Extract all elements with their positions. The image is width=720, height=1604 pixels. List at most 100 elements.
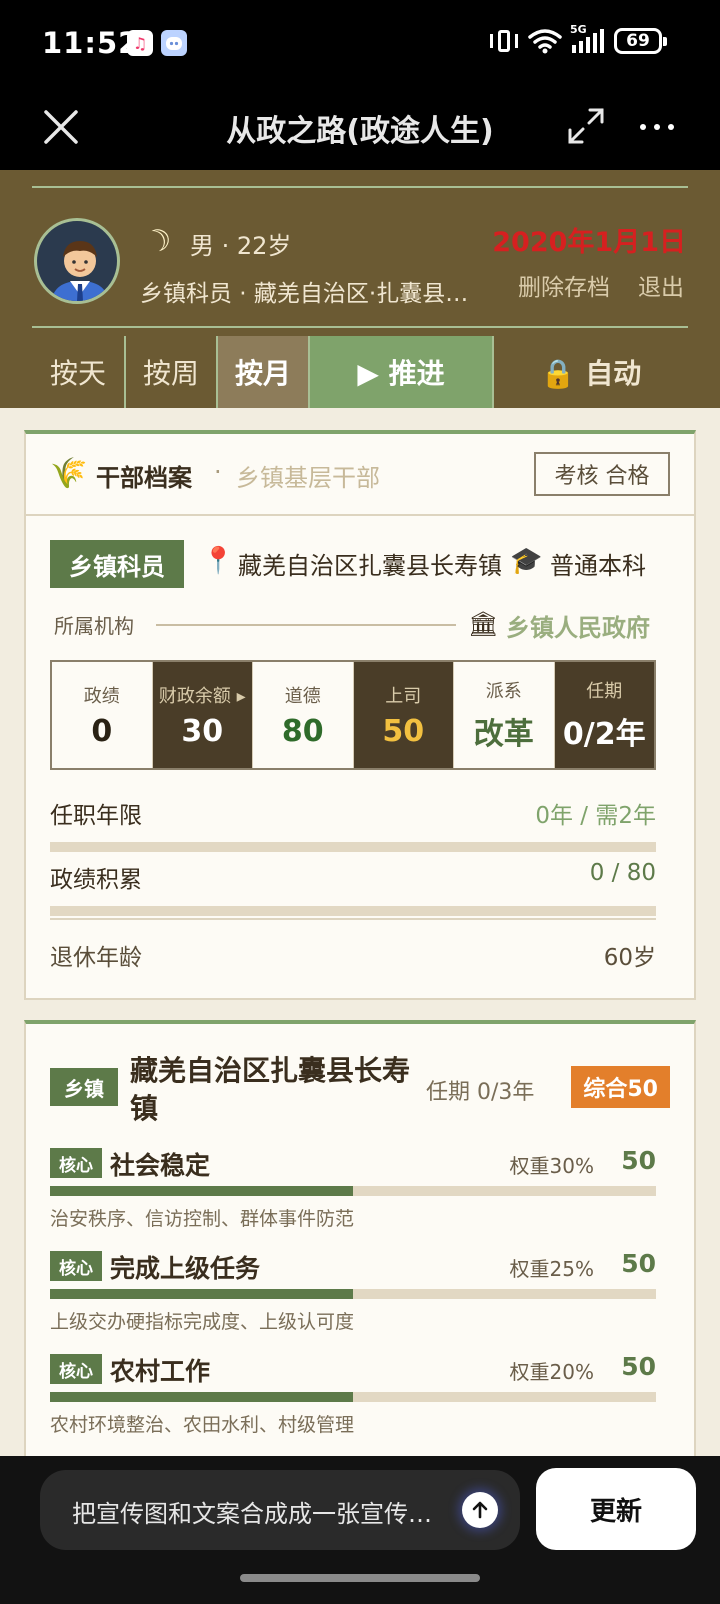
- kpi-bar-fill: [50, 1289, 353, 1299]
- divider: [156, 624, 456, 626]
- tab-month[interactable]: 按月: [216, 336, 308, 408]
- town-name: 藏羌自治区扎囊县长寿镇: [130, 1054, 411, 1125]
- kpi-description: 上级交办硬指标完成度、上级认可度: [50, 1311, 355, 1333]
- cadre-profile-card: 🌾 干部档案 · 乡镇基层干部 考核 合格 乡镇科员 📍 藏羌自治区扎囊县长寿镇…: [24, 430, 696, 1000]
- wifi-icon: [528, 29, 562, 54]
- kpi-item: 核心 完成上级任务 权重25% 50 上级交办硬指标完成度、上级认可度: [50, 1249, 656, 1341]
- stat-value: 80: [281, 713, 324, 749]
- stat-value: 改革: [473, 717, 534, 752]
- rank-badge: 乡镇科员: [50, 540, 184, 588]
- kpi-item: 核心 社会稳定 权重30% 50 治安秩序、信访控制、群体事件防范: [50, 1146, 656, 1238]
- assessment-badge: 考核 合格: [534, 452, 670, 496]
- tenure-progress: 任职年限 0年 / 需2年: [50, 796, 656, 852]
- profile-title: 干部档案: [96, 464, 192, 492]
- government-building-icon: 🏛: [468, 610, 499, 638]
- stat-label: 财政余额 ▸: [158, 685, 246, 707]
- kpi-name: 社会稳定: [110, 1151, 211, 1180]
- time-step-tabs: 按天 按周 按月 ▶ 推进 🔒 自动: [32, 336, 688, 408]
- game-date: 2020年1月1日: [492, 227, 686, 258]
- app-title-bar: 从政之路(政途人生): [0, 88, 720, 170]
- music-app-icon: ♫: [127, 30, 153, 56]
- divider: [50, 918, 656, 920]
- auto-button[interactable]: 🔒 自动: [492, 336, 688, 408]
- stat-cell: 上司 50: [352, 662, 453, 768]
- kpi-item: 核心 农村工作 权重20% 50 农村环境整治、农田水利、村级管理: [50, 1352, 656, 1444]
- advance-button[interactable]: ▶ 推进: [308, 336, 492, 408]
- player-header: ☽ 男 · 22岁 乡镇科员 · 藏羌自治区·扎囊县长寿镇 2020年1月1日 …: [0, 170, 720, 408]
- kpi-bar: [50, 1392, 656, 1402]
- town-level-badge: 乡镇: [50, 1068, 118, 1106]
- battery-icon: 69: [614, 28, 667, 54]
- profile-card-header: 🌾 干部档案 · 乡镇基层干部 考核 合格: [26, 434, 694, 516]
- moon-icon: ☽: [139, 220, 178, 263]
- kpi-name: 农村工作: [110, 1357, 211, 1386]
- expand-icon[interactable]: [566, 106, 606, 146]
- stat-value: 50: [382, 713, 425, 749]
- stat-cell[interactable]: 财政余额 ▸ 30: [151, 662, 252, 768]
- prompt-input[interactable]: 把宣传图和文案合成成一张宣传海报: [40, 1470, 520, 1550]
- location-pin-icon: 📍: [202, 546, 235, 576]
- kpi-bar: [50, 1186, 656, 1196]
- profile-subtitle: 乡镇基层干部: [236, 464, 380, 492]
- status-bar: 11:52 ♫ 5G 69: [0, 0, 720, 88]
- kpi-weight: 权重20%: [509, 1360, 594, 1384]
- stat-cell: 道德 80: [252, 662, 353, 768]
- tab-week[interactable]: 按周: [124, 336, 216, 408]
- page-title: 从政之路(政途人生): [226, 114, 494, 149]
- send-button[interactable]: [462, 1492, 498, 1528]
- status-time: 11:52: [42, 26, 140, 60]
- stat-value: 0: [91, 713, 113, 749]
- merit-label: 政绩积累: [50, 867, 142, 893]
- graduation-cap-icon: 🎓: [510, 546, 543, 576]
- status-indicators: 5G 69: [490, 23, 667, 54]
- kpi-bar-fill: [50, 1186, 353, 1196]
- stat-value: 0/2年: [562, 717, 646, 752]
- delete-save-button[interactable]: 删除存档: [518, 268, 610, 302]
- location-text: 藏羌自治区扎囊县长寿镇: [238, 552, 502, 580]
- kpi-name: 完成上级任务: [110, 1254, 261, 1283]
- stat-label: 任期: [586, 681, 623, 702]
- kpi-weight: 权重25%: [509, 1257, 594, 1281]
- town-card: 乡镇 藏羌自治区扎囊县长寿镇 任期 0/3年 综合50 核心 社会稳定 权重30% 5…: [24, 1020, 696, 1456]
- merit-bar: [50, 906, 656, 916]
- kpi-weight: 权重30%: [509, 1154, 594, 1178]
- update-button[interactable]: 更新: [536, 1468, 696, 1550]
- overall-score-badge: 综合50: [571, 1066, 670, 1108]
- stat-label: 道德: [284, 685, 321, 707]
- kpi-score: 50: [621, 1352, 656, 1381]
- retire-label: 退休年龄: [50, 945, 142, 971]
- vibrate-icon: [490, 28, 518, 54]
- kpi-description: 治安秩序、信访控制、群体事件防范: [50, 1208, 355, 1230]
- exit-button[interactable]: 退出: [638, 268, 684, 302]
- battery-level: 69: [626, 31, 650, 51]
- player-sex-age: 男 · 22岁: [190, 232, 292, 260]
- cellular-signal-icon: 5G: [570, 23, 604, 53]
- stat-label: 上司: [385, 685, 422, 707]
- merit-progress: 政绩积累 0 / 80: [50, 860, 656, 916]
- merit-value: 0 / 80: [589, 860, 656, 886]
- stat-label: 派系: [485, 681, 522, 702]
- organization-label: 所属机构: [54, 614, 134, 638]
- organization-name: 乡镇人民政府: [506, 614, 650, 642]
- kpi-core-badge: 核心: [50, 1354, 102, 1384]
- more-options-icon[interactable]: [640, 124, 674, 130]
- tab-day[interactable]: 按天: [32, 336, 124, 408]
- kpi-core-badge: 核心: [50, 1148, 102, 1178]
- stat-cell: 政绩 0: [52, 662, 152, 768]
- kpi-score: 50: [621, 1249, 656, 1278]
- divider: [32, 326, 688, 328]
- avatar[interactable]: [34, 218, 120, 304]
- arrow-up-icon: [472, 1501, 488, 1519]
- kpi-score: 50: [621, 1146, 656, 1175]
- stat-value: 30: [181, 713, 224, 749]
- prompt-text[interactable]: 把宣传图和文案合成成一张宣传海报: [72, 1494, 432, 1529]
- tenure-value: 0年 / 需2年: [535, 803, 656, 829]
- retirement-row: 退休年龄 60岁: [50, 938, 656, 972]
- town-term: 任期 0/3年: [426, 1080, 535, 1105]
- home-indicator[interactable]: [240, 1574, 480, 1582]
- retire-value: 60岁: [603, 945, 656, 971]
- tenure-bar: [50, 842, 656, 852]
- main-content[interactable]: 🌾 干部档案 · 乡镇基层干部 考核 合格 乡镇科员 📍 藏羌自治区扎囊县长寿镇…: [0, 408, 720, 1456]
- education-text: 普通本科: [550, 552, 646, 580]
- divider: [32, 186, 688, 188]
